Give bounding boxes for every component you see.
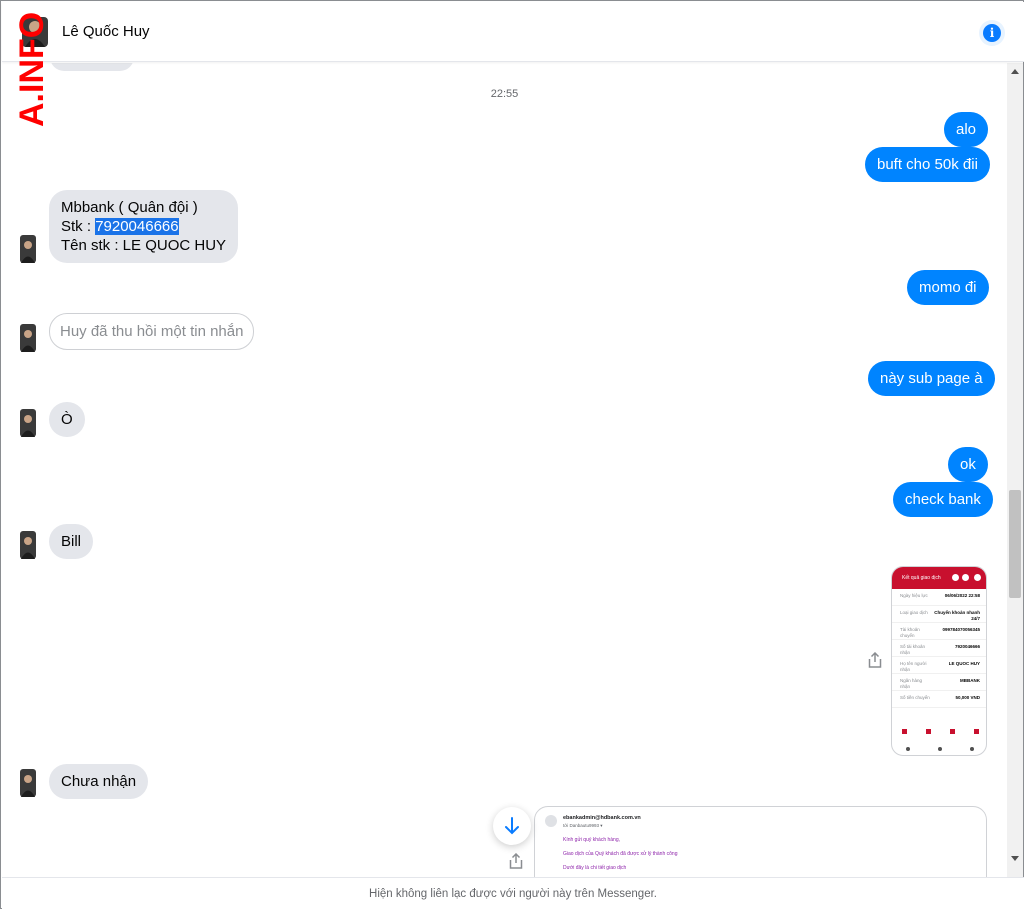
message-bubble[interactable]: Ò	[49, 402, 85, 437]
timestamp: 22:55	[490, 88, 519, 100]
email-body-line: Dưới đây là chi tiết giao dịch	[563, 865, 627, 871]
arrow-down-icon	[505, 817, 519, 835]
email-body-line: Giao dịch của Quý khách đã được xử lý th…	[563, 851, 678, 857]
share-icon	[962, 574, 969, 581]
receipt-row: Số tài khoản nhận 7920046666	[892, 640, 986, 657]
email-screenshot-image[interactable]: ebankadmin@hdbank.com.vn tới Danbautu999…	[534, 806, 987, 877]
scroll-up-arrow-icon[interactable]	[1011, 69, 1019, 74]
sender-avatar	[20, 324, 36, 352]
receipt-image[interactable]: Kết quả giao dịch Ngày hiệu lực 06/06/202…	[891, 566, 987, 756]
messenger-window: Lê Quốc Huy i A.INFO 22:55 alo buft cho …	[0, 0, 1024, 909]
receipt-bottom-nav	[892, 727, 986, 741]
message-bubble-bank-info[interactable]: Mbbank ( Quân đội ) Stk : 7920046666 Tên…	[49, 190, 239, 263]
blocked-notice-bar: Hiện không liên lạc được với người này t…	[2, 877, 1024, 909]
message-bubble[interactable]: alo	[944, 112, 989, 147]
message-bubble[interactable]: buft cho 50k đii	[865, 147, 990, 182]
info-icon: i	[983, 24, 1001, 42]
scroll-to-bottom-button[interactable]	[493, 807, 531, 845]
chat-scrollbar[interactable]	[1007, 63, 1023, 877]
message-bubble[interactable]: check bank	[893, 482, 993, 517]
share-icon[interactable]	[509, 853, 523, 869]
share-icon[interactable]	[868, 652, 882, 668]
scroll-down-arrow-icon[interactable]	[1011, 856, 1019, 861]
email-to: tới Danbautu9993 ▾	[563, 823, 603, 828]
sender-avatar	[20, 235, 36, 263]
receipt-row: Số tiền chuyển 50,000 VND	[892, 691, 986, 708]
email-body-line: Kính gửi quý khách hàng,	[563, 837, 620, 843]
sender-avatar	[20, 409, 36, 437]
message-bubble[interactable]: Chưa nhận	[49, 764, 149, 799]
message-bubble[interactable]: Bill	[49, 524, 94, 559]
receipt-header: Kết quả giao dịch	[892, 567, 986, 589]
receipt-row: Ngân hàng nhận MBBANK	[892, 674, 986, 691]
email-from: ebankadmin@hdbank.com.vn	[563, 815, 641, 821]
conversation-header: Lê Quốc Huy i	[2, 2, 1024, 62]
close-icon	[974, 574, 981, 581]
account-label: Stk :	[61, 218, 96, 235]
receipt-title: Kết quả giao dịch	[902, 575, 941, 581]
account-number: 7920046666	[95, 218, 179, 235]
phone-system-nav	[892, 743, 986, 755]
unsent-message-notice: Huy đã thu hồi một tin nhắn	[49, 313, 255, 350]
email-sender-avatar	[545, 815, 557, 827]
message-bubble[interactable]: ok	[948, 447, 988, 482]
message-list: 22:55 alo buft cho 50k đii Mbbank ( Quân…	[2, 63, 1007, 877]
sender-avatar	[20, 769, 36, 797]
sender-avatar	[20, 531, 36, 559]
receipt-row: Loại giao dịch Chuyển khoản nhanh 24/7	[892, 606, 986, 623]
account-holder-line: Tên stk : LE QUOC HUY	[61, 237, 227, 254]
message-bubble[interactable]: này sub page à	[868, 361, 995, 396]
bank-account-line: Stk : 7920046666	[61, 217, 226, 236]
contact-name[interactable]: Lê Quốc Huy	[62, 23, 150, 40]
receipt-row: Tài khoản chuyển 099784070056345	[892, 623, 986, 640]
receipt-row: Ngày hiệu lực 06/06/2022 22:58	[892, 589, 986, 606]
home-icon	[952, 574, 959, 581]
watermark-logo: A.INFO	[15, 12, 51, 127]
message-bubble[interactable]: momo đi	[907, 270, 989, 305]
scrollbar-thumb[interactable]	[1009, 490, 1021, 598]
partial-bubble	[50, 63, 134, 71]
svg-text:A.INFO: A.INFO	[15, 12, 51, 127]
bank-name-line: Mbbank ( Quân đội )	[61, 199, 198, 216]
receipt-row: Họ tên người nhận LE QUOC HUY	[892, 657, 986, 674]
conversation-info-button[interactable]: i	[979, 20, 1005, 46]
